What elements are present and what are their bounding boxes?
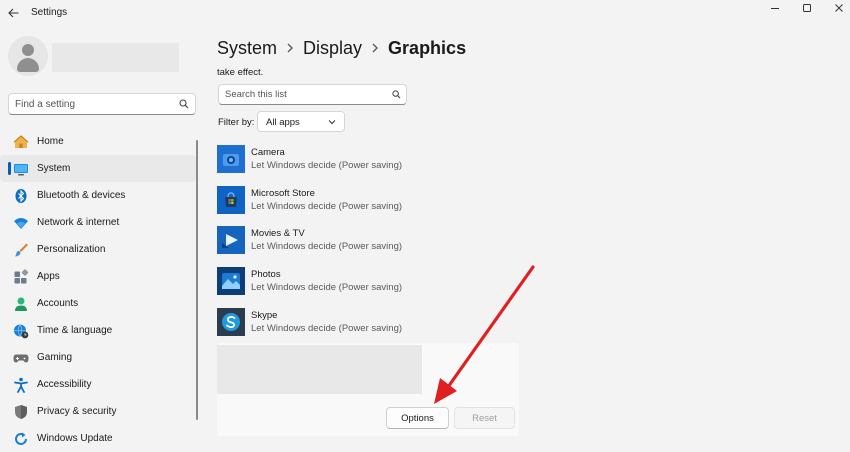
bluetooth-icon [13,188,29,204]
search-list-input[interactable] [225,88,375,101]
wifi-icon [13,215,29,231]
reset-button[interactable]: Reset [454,407,515,429]
avatar-body [17,58,39,72]
sidebar-item-label: Personalization [37,244,106,255]
avatar-head [22,44,34,56]
sidebar-item-accessibility[interactable]: Accessibility [0,371,198,398]
skype-app-icon [217,307,245,336]
store-app-icon [217,185,245,214]
close-button[interactable] [824,0,850,16]
sidebar-item-label: Privacy & security [37,406,117,417]
chevron-right-icon [371,41,379,56]
app-gpu-preference: Let Windows decide (Power saving) [251,322,403,334]
account-name-redacted [52,43,179,72]
maximize-button[interactable] [792,0,822,16]
app-gpu-preference: Let Windows decide (Power saving) [251,200,403,212]
search-icon [392,90,401,99]
system-icon [13,161,29,177]
sidebar-item-label: Accounts [37,298,79,309]
find-setting-input[interactable] [15,97,165,111]
chevron-down-icon [328,120,336,125]
minimize-icon [771,8,779,9]
sidebar-item-label: Bluetooth & devices [37,190,126,201]
sidebar-item-personalization[interactable]: Personalization [0,236,198,263]
home-icon [13,134,29,150]
sidebar-item-label: Apps [37,271,60,282]
description-text: take effect. [217,67,264,78]
sidebar-item-bluetooth[interactable]: Bluetooth & devices [0,182,198,209]
sidebar-item-time-language[interactable]: Time & language [0,317,198,344]
sidebar-item-label: Gaming [37,352,73,363]
sidebar-item-system[interactable]: System [0,155,196,182]
breadcrumb-display[interactable]: Display [303,38,362,59]
breadcrumb-system[interactable]: System [217,38,277,59]
expanded-app-card: Options Reset [217,343,519,436]
sidebar-item-apps[interactable]: Apps [0,263,198,290]
apps-icon [13,269,29,285]
back-button[interactable] [4,4,22,22]
photos-app-icon [217,267,245,296]
gamepad-icon [13,350,29,366]
redacted-app-entry [217,345,422,394]
chevron-right-icon [286,41,294,56]
sidebar-item-label: Time & language [37,325,113,336]
page-title: Graphics [388,37,467,58]
app-name: Skype [251,309,278,321]
find-setting-box[interactable] [8,93,196,115]
sidebar-item-label: System [37,163,71,174]
person-icon [13,296,29,312]
sidebar-item-label: Windows Update [37,433,113,444]
app-name: Microsoft Store [251,187,315,199]
sidebar-item-label: Home [37,136,64,147]
list-item-camera[interactable]: Camera Let Windows decide (Power saving) [217,144,522,185]
app-name: Movies & TV [251,228,305,240]
minimize-button[interactable] [760,0,790,16]
sidebar-nav: Home System Bluetooth & devices Network … [0,128,198,452]
camera-app-icon [217,145,245,173]
sidebar-item-gaming[interactable]: Gaming [0,344,198,371]
sidebar-item-label: Network & internet [37,217,120,228]
filter-value: All apps [266,117,300,128]
sidebar-item-windows-update[interactable]: Windows Update [0,425,198,452]
update-icon [13,431,29,447]
breadcrumb: System Display Graphics [217,36,466,60]
sidebar-item-privacy[interactable]: Privacy & security [0,398,198,425]
list-item-photos[interactable]: Photos Let Windows decide (Power saving) [217,266,522,307]
app-name: Camera [251,147,285,158]
app-gpu-preference: Let Windows decide (Power saving) [251,160,403,171]
shield-icon [13,404,29,420]
sidebar-item-label: Accessibility [37,379,92,390]
avatar[interactable] [8,36,48,76]
movies-app-icon [217,226,245,255]
active-indicator [8,162,11,175]
app-gpu-preference: Let Windows decide (Power saving) [251,241,403,253]
app-gpu-preference: Let Windows decide (Power saving) [251,282,403,294]
filter-dropdown[interactable]: All apps [257,111,345,132]
list-item-skype[interactable]: Skype Let Windows decide (Power saving) [217,307,522,348]
title-bar: Settings [0,0,850,28]
list-item-movies-tv[interactable]: Movies & TV Let Windows decide (Power sa… [217,225,522,266]
sidebar-scrollbar[interactable] [196,140,198,420]
sidebar-item-accounts[interactable]: Accounts [0,290,198,317]
list-item-microsoft-store[interactable]: Microsoft Store Let Windows decide (Powe… [217,185,522,226]
sidebar-item-home[interactable]: Home [0,128,198,155]
app-list: Camera Let Windows decide (Power saving)… [217,144,522,347]
back-arrow-icon [7,8,18,18]
app-name: Photos [251,269,281,281]
search-list-box[interactable] [218,84,407,105]
app-title: Settings [31,7,68,18]
globe-clock-icon [13,323,29,339]
brush-icon [13,242,29,258]
close-icon [835,4,843,12]
sidebar-item-network[interactable]: Network & internet [0,209,198,236]
filter-label: Filter by: [218,117,255,128]
accessibility-icon [13,377,29,393]
maximize-icon [803,4,811,12]
options-button[interactable]: Options [386,407,449,429]
search-icon [179,99,189,109]
